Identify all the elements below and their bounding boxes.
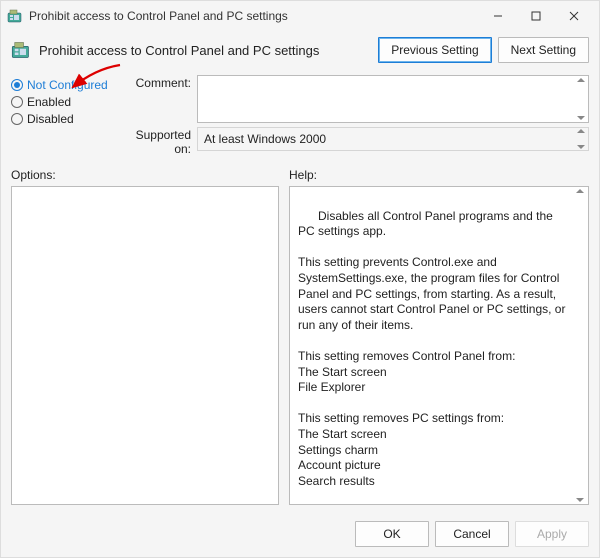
window-title: Prohibit access to Control Panel and PC …	[29, 9, 479, 23]
dialog-footer: OK Cancel Apply	[1, 513, 599, 557]
scrollbar[interactable]	[576, 129, 586, 149]
window-controls	[479, 2, 593, 30]
scrollbar[interactable]	[576, 78, 586, 120]
comment-field[interactable]	[197, 75, 589, 123]
maximize-button[interactable]	[517, 2, 555, 30]
panel-labels: Options: Help:	[1, 164, 599, 186]
scrollbar[interactable]	[574, 189, 586, 502]
radio-enabled[interactable]: Enabled	[11, 95, 116, 109]
close-button[interactable]	[555, 2, 593, 30]
cancel-button[interactable]: Cancel	[435, 521, 509, 547]
radio-label: Disabled	[27, 112, 74, 126]
radio-disabled[interactable]: Disabled	[11, 112, 116, 126]
radio-icon	[11, 79, 23, 91]
scroll-up-icon	[577, 78, 585, 82]
header: Prohibit access to Control Panel and PC …	[1, 31, 599, 71]
scroll-down-icon	[577, 116, 585, 120]
help-text: Disables all Control Panel programs and …	[298, 209, 569, 505]
supported-on-value: At least Windows 2000	[204, 132, 326, 146]
policy-icon	[7, 8, 23, 24]
scroll-down-icon	[577, 145, 585, 149]
radio-label: Not Configured	[27, 78, 108, 92]
radio-icon	[11, 113, 23, 125]
main-panels: Disables all Control Panel programs and …	[1, 186, 599, 513]
radio-icon	[11, 96, 23, 108]
next-setting-button[interactable]: Next Setting	[498, 37, 589, 63]
titlebar: Prohibit access to Control Panel and PC …	[1, 1, 599, 31]
gpo-editor-window: Prohibit access to Control Panel and PC …	[0, 0, 600, 558]
apply-button[interactable]: Apply	[515, 521, 589, 547]
ok-button[interactable]: OK	[355, 521, 429, 547]
comment-label: Comment:	[116, 75, 191, 90]
configuration-area: Not Configured Enabled Disabled Comment:	[1, 71, 599, 164]
scroll-up-icon	[576, 189, 584, 193]
radio-not-configured[interactable]: Not Configured	[11, 78, 116, 92]
minimize-button[interactable]	[479, 2, 517, 30]
scroll-down-icon	[576, 498, 584, 502]
radio-group: Not Configured Enabled Disabled	[11, 75, 116, 156]
supported-on-field: At least Windows 2000	[197, 127, 589, 151]
options-label: Options:	[11, 168, 289, 182]
policy-icon	[11, 40, 31, 60]
policy-title: Prohibit access to Control Panel and PC …	[39, 43, 378, 58]
help-panel[interactable]: Disables all Control Panel programs and …	[289, 186, 589, 505]
scroll-up-icon	[577, 129, 585, 133]
options-panel	[11, 186, 279, 505]
supported-on-label: Supported on:	[116, 127, 191, 156]
help-label: Help:	[289, 168, 589, 182]
previous-setting-button[interactable]: Previous Setting	[378, 37, 491, 63]
radio-label: Enabled	[27, 95, 71, 109]
